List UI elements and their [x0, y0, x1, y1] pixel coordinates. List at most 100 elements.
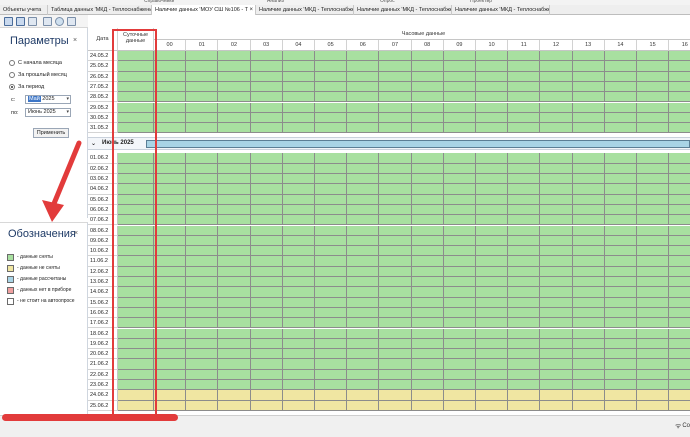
- hour-cell: [669, 92, 690, 103]
- hour-cell: [411, 102, 444, 113]
- hour-cell: [379, 204, 412, 216]
- hour-cell: [218, 163, 251, 174]
- hour-cell: [218, 71, 251, 82]
- hour-cell: [282, 204, 315, 216]
- hour-cell: [218, 194, 251, 205]
- hour-cell: [154, 287, 187, 298]
- hour-cell: [669, 256, 690, 267]
- hour-cell: [347, 51, 380, 62]
- hour-cell: [315, 277, 348, 288]
- hour-cell: [476, 246, 509, 257]
- params-close-button[interactable]: ×: [73, 37, 77, 44]
- hour-cell: [218, 112, 251, 124]
- hour-cell: [508, 174, 541, 185]
- hour-cell: [250, 277, 283, 288]
- hour-cell: [540, 71, 573, 82]
- hour-cell: [604, 390, 637, 401]
- hour-cell: [411, 92, 444, 103]
- hour-cell: [637, 61, 670, 72]
- hour-cell: [379, 51, 412, 62]
- hour-cell: [476, 215, 509, 226]
- hour-cell: [508, 163, 541, 174]
- hour-cell: [379, 359, 412, 370]
- radio-period-control[interactable]: [9, 84, 15, 90]
- daily-cell: [118, 51, 154, 62]
- row-date: 01.06.2: [88, 153, 118, 164]
- hour-cell: [154, 112, 187, 124]
- hour-cell: [637, 256, 670, 267]
- tab-item[interactable]: Объекты учета: [0, 5, 48, 15]
- hour-cell: [186, 318, 219, 329]
- tab-label: Наличие данных 'МКД - Теплоснабжени: [455, 7, 550, 13]
- hour-cell: [379, 174, 412, 185]
- layout-center-icon[interactable]: [16, 17, 25, 26]
- hour-cell: [443, 349, 476, 360]
- hour-cell: [637, 349, 670, 360]
- hour-cell: [411, 123, 444, 134]
- tab-item[interactable]: Таблица данных 'МКД - Теплоснабжени: [48, 5, 152, 15]
- table-icon[interactable]: [67, 17, 76, 26]
- row-date: 19.06.2: [88, 338, 118, 350]
- daily-cell: [118, 71, 154, 82]
- hour-cell: [604, 287, 637, 298]
- month-group-row[interactable]: ⌄ Июнь 2025: [88, 137, 690, 151]
- apply-button[interactable]: Применить: [33, 128, 69, 138]
- hour-cell: [154, 153, 187, 164]
- radio-last-month[interactable]: За прошлый месяц: [9, 71, 67, 79]
- tab-item[interactable]: Наличие данных 'МОУ СШ №106 - Т ×: [152, 5, 256, 15]
- tab-item[interactable]: Наличие данных 'МКД - Теплоснабжени: [256, 5, 354, 15]
- save-icon[interactable]: [43, 17, 52, 26]
- hour-cell: [637, 328, 670, 339]
- hour-cell: [572, 51, 605, 62]
- legend-item: - не стоит на автоопросе: [7, 297, 75, 305]
- hour-cell: [572, 307, 605, 319]
- hour-cell: [282, 297, 315, 308]
- hour-cell: [379, 369, 412, 380]
- refresh-icon[interactable]: [55, 17, 64, 26]
- expand-icon[interactable]: ⌄: [91, 140, 96, 147]
- hour-cell: [154, 235, 187, 247]
- tab-item[interactable]: Наличие данных 'МКД - Теплоснабжени: [452, 5, 550, 15]
- hour-cell: [604, 204, 637, 216]
- hour-header: 12: [540, 40, 573, 51]
- hour-cell: [347, 307, 380, 319]
- hour-cell: [250, 123, 283, 134]
- hour-cell: [250, 81, 283, 93]
- to-select[interactable]: Июнь 2025 ▾: [25, 108, 71, 117]
- hour-cell: [540, 235, 573, 247]
- daily-cell: [118, 307, 154, 319]
- close-icon[interactable]: ×: [249, 5, 253, 15]
- tab-item[interactable]: Наличие данных 'МКД - Теплоснабжени: [354, 5, 452, 15]
- hour-cell: [604, 297, 637, 308]
- hour-cell: [186, 400, 219, 411]
- legend-close-button[interactable]: ×: [74, 230, 78, 237]
- hour-cell: [347, 297, 380, 308]
- params-panel: Параметры × С начала месяца За прошлый м…: [0, 28, 88, 218]
- hour-cell: [604, 246, 637, 257]
- hour-cell: [508, 277, 541, 288]
- hour-cell: [508, 266, 541, 277]
- daily-cell: [118, 102, 154, 113]
- legend-item: - данные не сняты: [7, 264, 60, 272]
- radio-last-month-control[interactable]: [9, 72, 15, 78]
- hour-cell: [250, 71, 283, 82]
- radio-month-start-control[interactable]: [9, 60, 15, 66]
- radio-period[interactable]: За период: [9, 83, 44, 91]
- hour-cell: [315, 297, 348, 308]
- hour-cell: [411, 338, 444, 350]
- hour-cell: [218, 92, 251, 103]
- layout-left-icon[interactable]: [4, 17, 13, 26]
- hour-cell: [379, 287, 412, 298]
- radio-month-start[interactable]: С начала месяца: [9, 59, 62, 67]
- layout-right-icon[interactable]: [28, 17, 37, 26]
- hour-cell: [250, 204, 283, 216]
- hour-cell: [476, 266, 509, 277]
- legend-swatch: [7, 297, 14, 305]
- hour-cell: [379, 163, 412, 174]
- hour-cell: [315, 380, 348, 391]
- hour-cell: [218, 400, 251, 411]
- data-grid: Дата Суточные данные Часовые данные 00 01 02 0…: [88, 28, 690, 415]
- hour-header: 01: [186, 40, 219, 51]
- from-select[interactable]: Май 2025 ▾: [25, 95, 71, 104]
- hour-cell: [250, 184, 283, 195]
